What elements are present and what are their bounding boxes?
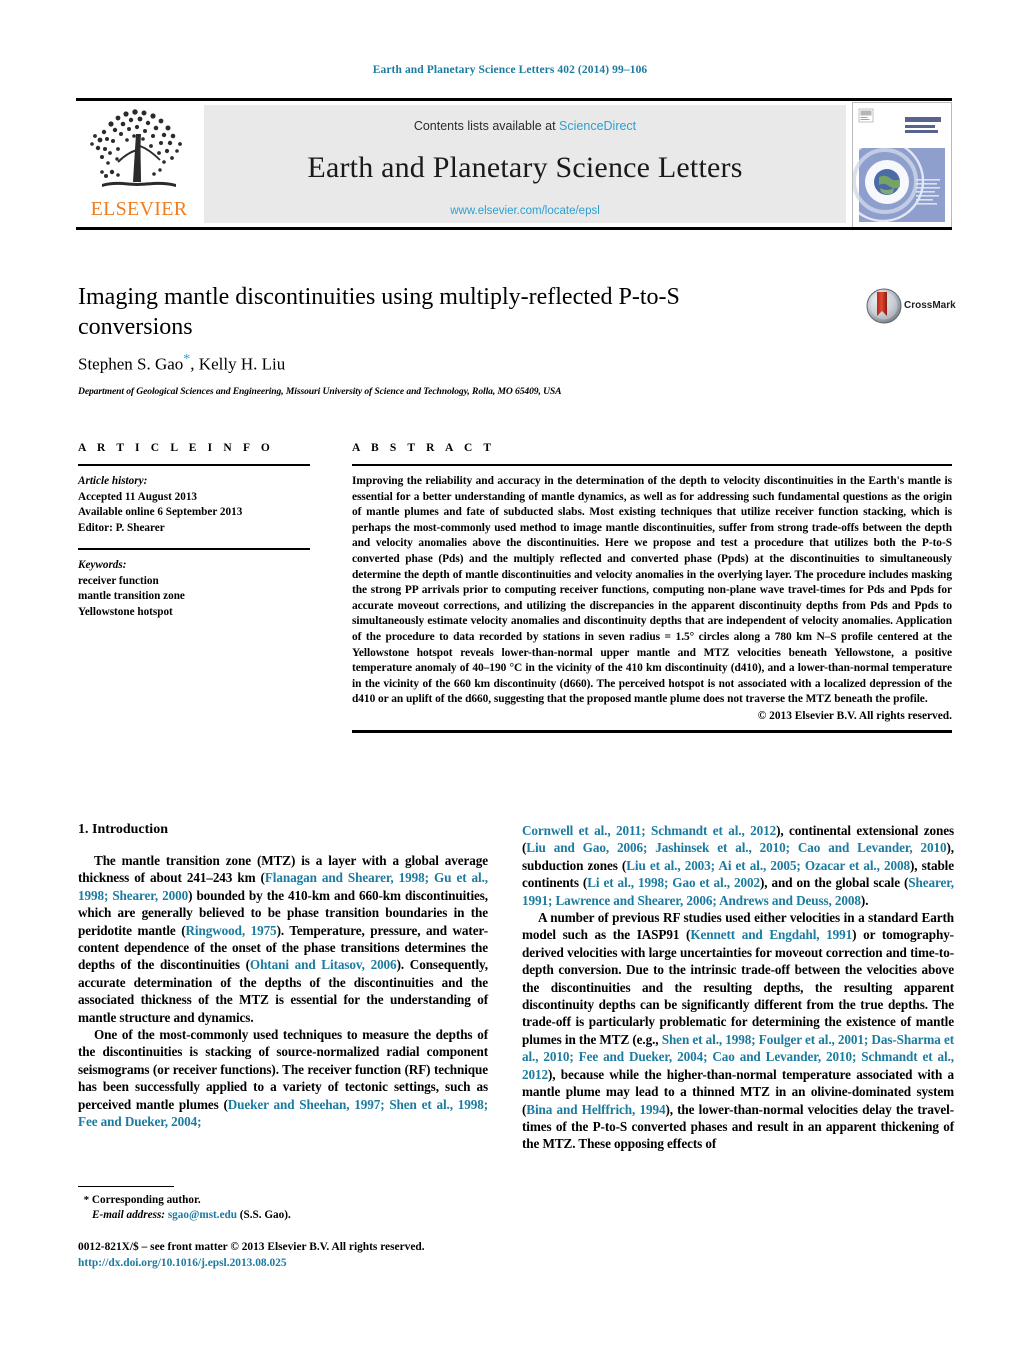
citation-link[interactable]: Bina and Helffrich, 1994 (526, 1102, 665, 1117)
contents-line: Contents lists available at ScienceDirec… (204, 105, 846, 133)
paper-page: Earth and Planetary Science Letters 402 … (0, 0, 1020, 1351)
keywords-block: Keywords: receiver function mantle trans… (78, 558, 310, 620)
crossmark-badge[interactable]: CrossMark (866, 288, 956, 328)
page-title: Imaging mantle discontinuities using mul… (78, 284, 680, 340)
keyword-item: Yellowstone hotspot (78, 605, 173, 618)
abstract-rule (352, 464, 952, 466)
section-heading-introduction: 1. Introduction (78, 822, 168, 837)
contents-prefix: Contents lists available at (413, 119, 560, 133)
email-link[interactable]: sgao@mst.edu (168, 1209, 237, 1221)
abstract-copyright: © 2013 Elsevier B.V. All rights reserved… (757, 709, 952, 722)
crossmark-icon (866, 288, 902, 324)
citation-link[interactable]: Liu and Gao, 2006; Jashinsek et al., 201… (526, 840, 946, 855)
abstract-body: Improving the reliability and accuracy i… (352, 475, 952, 706)
keyword-item: mantle transition zone (78, 590, 185, 602)
body-column-left: 1. Introduction The mantle transition zo… (78, 822, 488, 1131)
article-available-date: Available online 6 September 2013 (78, 506, 243, 518)
citation-link[interactable]: Ringwood, 1975 (186, 923, 277, 938)
journal-cover-thumbnail (852, 102, 952, 228)
citation-link[interactable]: Li et al., 1998; Gao et al., 2002 (587, 875, 760, 890)
running-head: Earth and Planetary Science Letters 402 … (372, 64, 648, 76)
journal-title: Earth and Planetary Science Letters (307, 151, 743, 184)
citation-link[interactable]: Liu et al., 2003; Ai et al., 2005; Ozaca… (626, 858, 910, 873)
elsevier-tree-icon (90, 109, 182, 187)
author-affiliation: Department of Geological Sciences and En… (78, 386, 562, 397)
citation-link[interactable]: Cornwell et al., 2011; Schmandt et al., … (522, 823, 776, 838)
doi-link[interactable]: http://dx.doi.org/10.1016/j.epsl.2013.08… (78, 1256, 508, 1272)
journal-cover-art (853, 103, 951, 227)
article-history-block: Article history: Accepted 11 August 2013… (78, 474, 310, 536)
author-rest: , Kelly H. Liu (190, 354, 286, 374)
abstract-bottom-rule (352, 729, 952, 733)
abstract-column: A B S T R A C T Improving the reliabilit… (352, 442, 952, 733)
footnote-corresponding: Corresponding author. (91, 1194, 201, 1206)
masthead-bottom-rule (76, 227, 952, 230)
corresponding-author-footnote: * Corresponding author. E-mail address: … (78, 1186, 488, 1223)
article-info-rule (78, 464, 310, 466)
article-info-column: A R T I C L E I N F O Article history: A… (78, 442, 310, 620)
elsevier-logo: ELSEVIER (78, 106, 200, 224)
footnote-corresponding-line: * Corresponding author. (78, 1193, 488, 1208)
author-first: Stephen S. Gao (78, 354, 184, 374)
crossmark-label: CrossMark (904, 300, 956, 311)
keywords-label: Keywords: (78, 559, 127, 571)
abstract-heading: A B S T R A C T (352, 442, 496, 454)
masthead-banner: Contents lists available at ScienceDirec… (204, 105, 846, 223)
footnote-star: * (83, 1194, 90, 1206)
paragraph-text: ), and on the global scale ( (759, 875, 909, 891)
sciencedirect-link[interactable]: ScienceDirect (559, 119, 636, 133)
issn-line: 0012-821X/$ – see front matter © 2013 El… (78, 1241, 425, 1253)
paragraph: One of the most-commonly used techniques… (78, 1026, 488, 1130)
paragraph: The mantle transition zone (MTZ) is a la… (78, 852, 488, 1026)
footnote-rule (78, 1186, 174, 1187)
email-address-label: E-mail address: (92, 1209, 166, 1221)
article-info-heading: A R T I C L E I N F O (78, 442, 274, 454)
paragraph-text: ). (860, 892, 869, 908)
body-column-right: Cornwell et al., 2011; Schmandt et al., … (522, 822, 954, 1153)
email-owner: (S.S. Gao). (239, 1209, 291, 1221)
paragraph-text: ) or tomography-derived velocities with … (522, 927, 954, 1047)
author-list: Stephen S. Gao*, Kelly H. Liu (78, 352, 778, 375)
footnote-text: * Corresponding author. E-mail address: … (78, 1193, 488, 1223)
article-history-label: Article history: (78, 475, 148, 487)
keywords-rule (78, 548, 310, 550)
paragraph: A number of previous RF studies used eit… (522, 909, 954, 1153)
journal-url-link[interactable]: www.elsevier.com/locate/epsl (204, 205, 846, 217)
journal-masthead: ELSEVIER Contents lists available at Sci… (76, 98, 952, 230)
footnote-email-line: E-mail address: sgao@mst.edu (S.S. Gao). (78, 1208, 488, 1223)
article-editor: Editor: P. Shearer (78, 521, 165, 534)
citation-link[interactable]: Ohtani and Litasov, 2006 (250, 957, 397, 972)
keyword-item: receiver function (78, 574, 159, 587)
article-accepted-date: Accepted 11 August 2013 (78, 490, 198, 503)
colophon: 0012-821X/$ – see front matter © 2013 El… (78, 1240, 508, 1271)
paragraph: Cornwell et al., 2011; Schmandt et al., … (522, 822, 954, 909)
masthead-top-rule (76, 98, 952, 101)
citation-link[interactable]: Kennett and Engdahl, 1991 (690, 927, 852, 942)
elsevier-wordmark: ELSEVIER (90, 198, 188, 220)
